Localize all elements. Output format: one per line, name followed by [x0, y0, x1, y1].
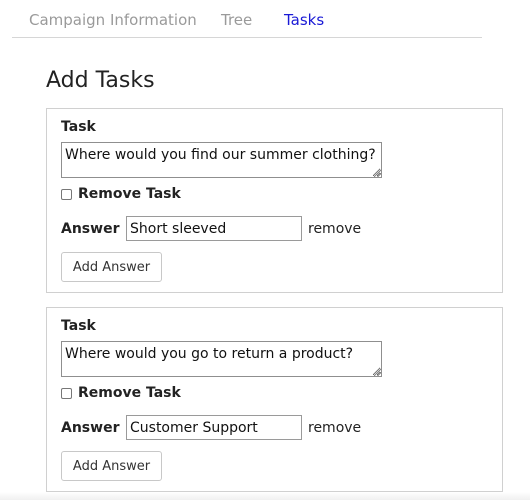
- remove-task-checkbox[interactable]: [61, 188, 72, 200]
- page-title: Add Tasks: [46, 68, 155, 93]
- tab-bar: Campaign Information Tree Tasks: [12, 0, 482, 38]
- resize-grip-icon[interactable]: [374, 170, 381, 177]
- tab-tasks[interactable]: Tasks: [284, 11, 324, 29]
- answer-input[interactable]: [126, 415, 302, 440]
- task-card: Task Where would you go to return a prod…: [46, 307, 503, 492]
- remove-answer-link[interactable]: remove: [308, 221, 361, 237]
- answer-label: Answer: [61, 419, 120, 436]
- resize-grip-icon[interactable]: [374, 369, 381, 376]
- tab-tree[interactable]: Tree: [221, 11, 252, 29]
- task-label: Task: [61, 318, 96, 334]
- answer-row: Answer remove: [61, 216, 361, 241]
- add-answer-button[interactable]: Add Answer: [61, 252, 162, 282]
- remove-task-label: Remove Task: [78, 186, 181, 202]
- add-answer-button[interactable]: Add Answer: [61, 451, 162, 481]
- task-card: Task Where would you find our summer clo…: [46, 108, 503, 293]
- remove-task-toggle[interactable]: Remove Task: [61, 384, 181, 402]
- task-label: Task: [61, 119, 96, 135]
- tab-campaign-information[interactable]: Campaign Information: [29, 11, 197, 29]
- task-textarea[interactable]: Where would you go to return a product?: [61, 341, 382, 377]
- answer-label: Answer: [61, 220, 120, 237]
- remove-answer-link[interactable]: remove: [308, 420, 361, 436]
- remove-task-checkbox[interactable]: [61, 387, 72, 399]
- remove-task-toggle[interactable]: Remove Task: [61, 185, 181, 203]
- answer-input[interactable]: [126, 216, 302, 241]
- bottom-edge-shadow: [0, 492, 530, 500]
- answer-row: Answer remove: [61, 415, 361, 440]
- task-textarea[interactable]: Where would you find our summer clothing…: [61, 142, 382, 178]
- remove-task-label: Remove Task: [78, 385, 181, 401]
